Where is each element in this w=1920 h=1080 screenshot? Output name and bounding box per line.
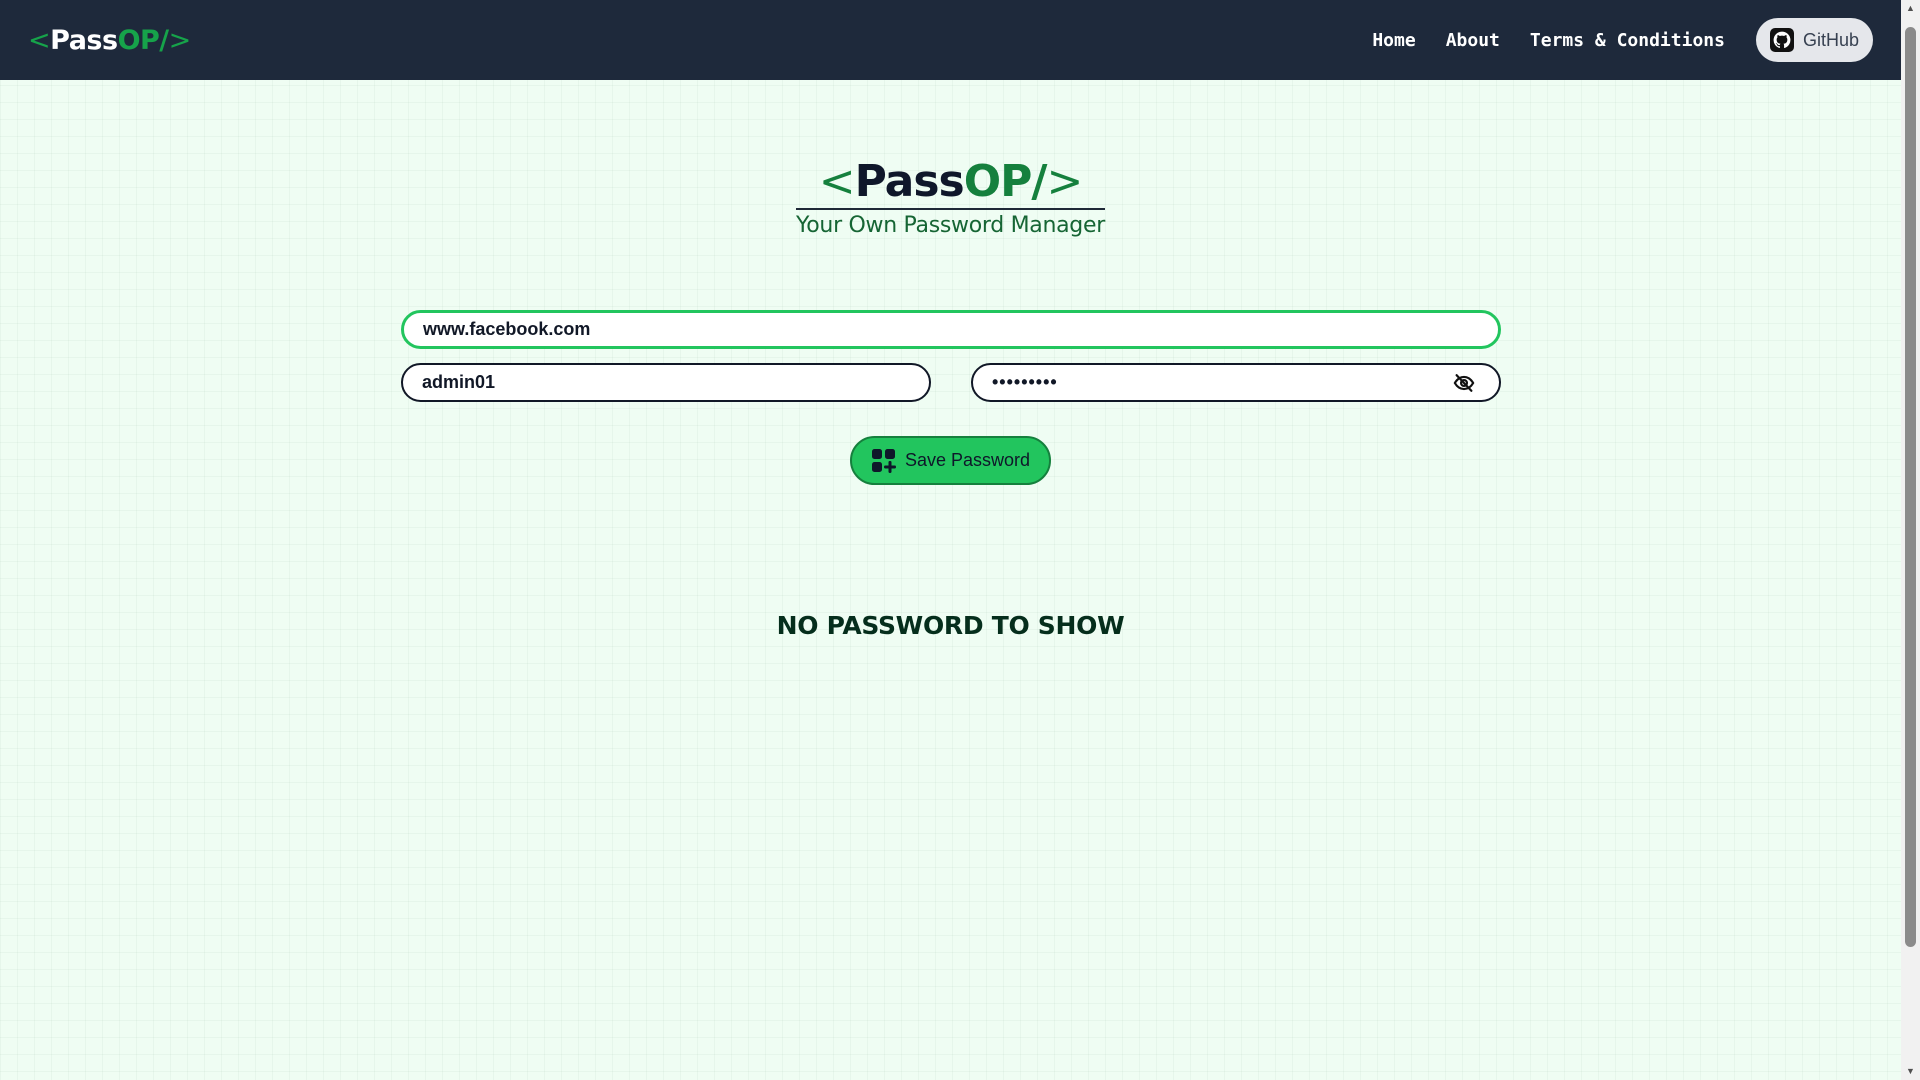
brand-close-bracket: > [168, 24, 192, 56]
save-password-label: Save Password [904, 450, 1031, 470]
website-url-input[interactable] [401, 310, 1501, 349]
brand-logo[interactable]: < Pass OP/ > [28, 25, 191, 56]
nav-right: Home About Terms & Conditions GitHub [1372, 18, 1873, 62]
eye-slash-icon[interactable] [1453, 372, 1475, 394]
password-input[interactable] [971, 363, 1501, 402]
navbar: < Pass OP/ > Home About Terms & Conditio… [0, 0, 1901, 80]
scrollbar-thumb[interactable] [1905, 27, 1916, 947]
nav-link-home[interactable]: Home [1372, 30, 1415, 51]
nav-link-terms[interactable]: Terms & Conditions [1530, 30, 1725, 51]
brand-op-text: OP/ [117, 24, 170, 56]
hero: <PassOP/> Your Own Password Manager [0, 156, 1901, 238]
empty-passwords-message: NO PASSWORD TO SHOW [776, 611, 1125, 640]
brand-pass-text: Pass [50, 24, 118, 56]
nav-links: Home About Terms & Conditions [1372, 30, 1725, 51]
password-field [971, 363, 1501, 402]
hero-logo-pass: Pass [854, 156, 965, 207]
nav-link-about[interactable]: About [1446, 30, 1500, 51]
hero-logo-close-bracket: > [1046, 156, 1083, 207]
hero-logo-open-bracket: < [818, 156, 856, 207]
tagline: Your Own Password Manager [796, 208, 1105, 238]
grid-add-icon [871, 448, 896, 473]
brand-open-bracket: < [28, 24, 51, 56]
hero-logo: <PassOP/> [817, 156, 1085, 208]
save-password-button[interactable]: Save Password [850, 436, 1051, 485]
scroll-up-icon[interactable]: ▲ [1901, 0, 1920, 17]
page-scrollbar[interactable]: ▲ ▼ [1901, 0, 1920, 1080]
github-icon [1769, 28, 1794, 52]
github-label: GitHub [1802, 29, 1859, 50]
username-input[interactable] [401, 363, 931, 402]
github-button[interactable]: GitHub [1755, 18, 1873, 62]
scroll-down-icon[interactable]: ▼ [1901, 1063, 1920, 1080]
hero-logo-op: OP/ [963, 156, 1048, 207]
